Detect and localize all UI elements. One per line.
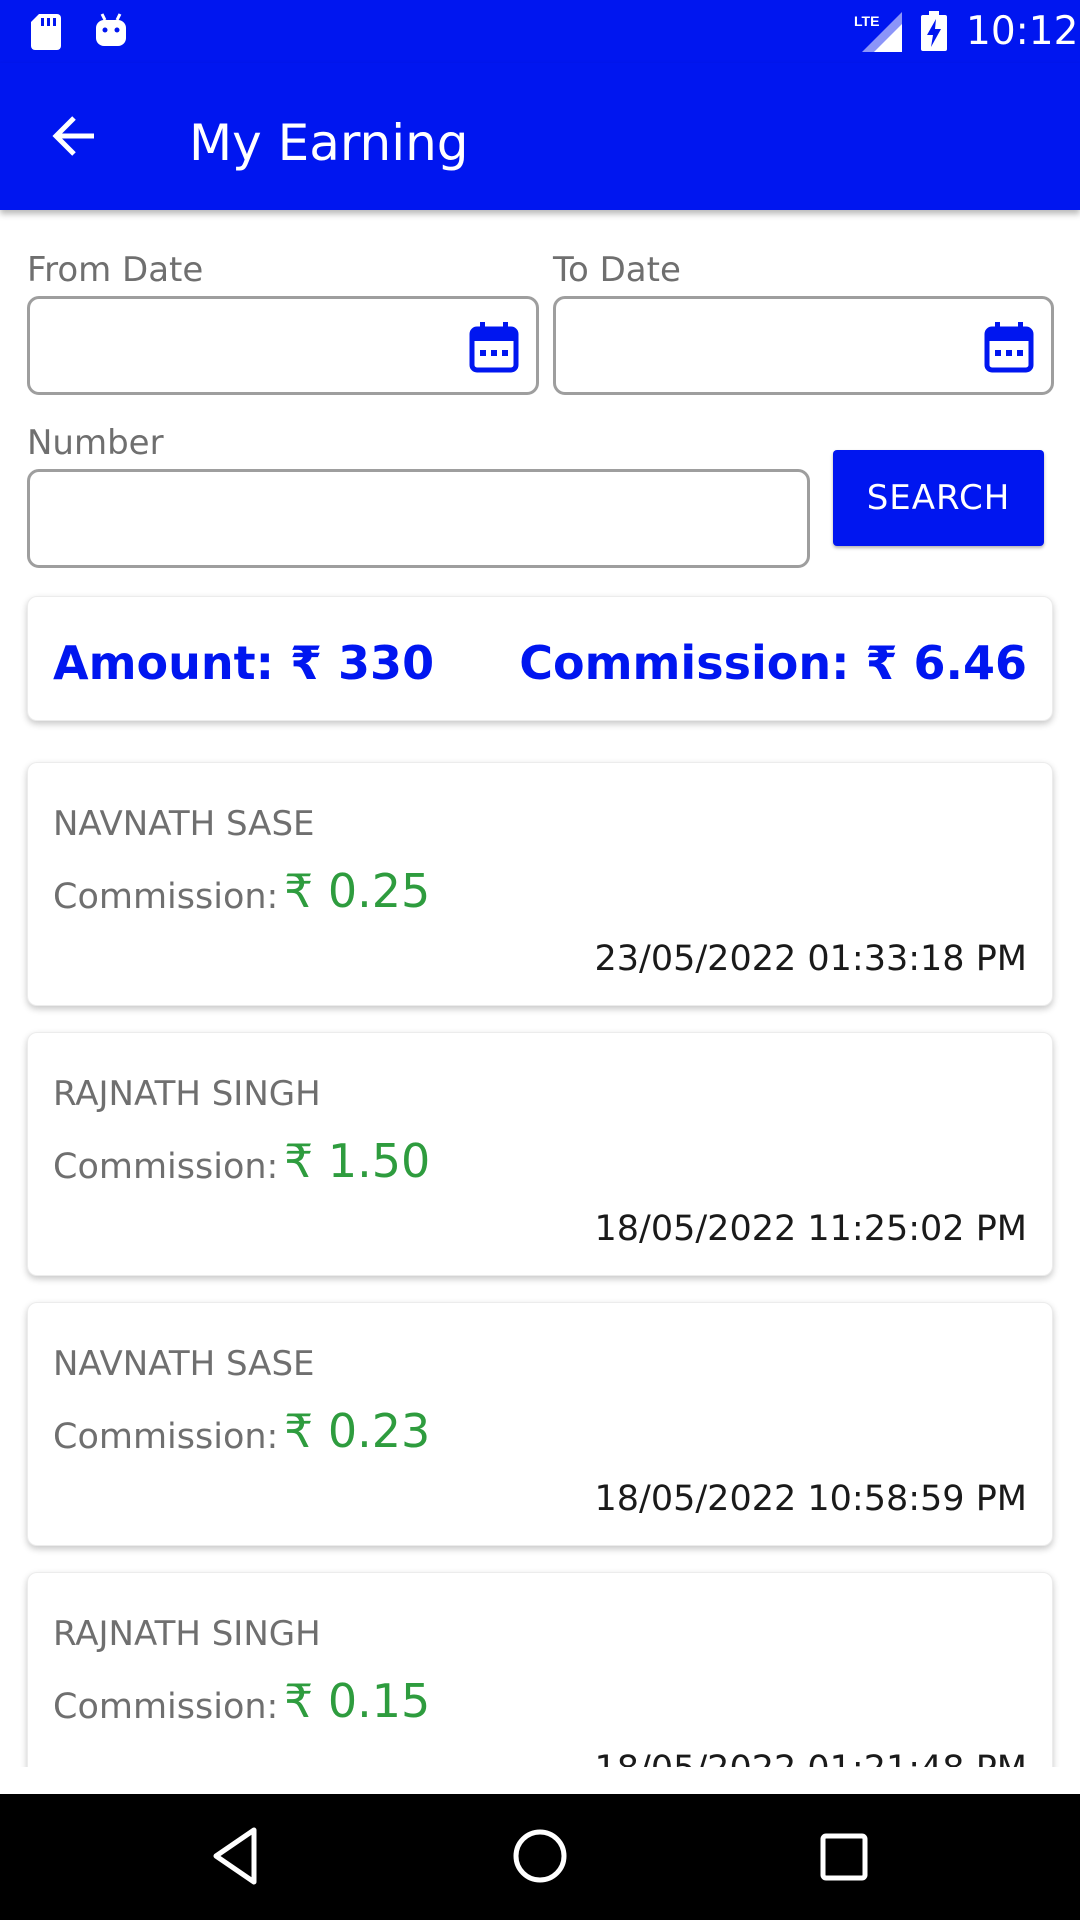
- app-bar: My Earning: [0, 63, 1080, 210]
- list-item[interactable]: RAJNATH SINGH Commission: ₹ 1.50 18/05/2…: [27, 1032, 1053, 1276]
- system-nav-bar: [0, 1794, 1080, 1920]
- commission-value: ₹ 0.15: [284, 1674, 431, 1728]
- total-commission: Commission: ₹ 6.46: [519, 636, 1027, 690]
- earnings-list[interactable]: NAVNATH SASE Commission: ₹ 0.25 23/05/20…: [0, 750, 1080, 1767]
- entry-name: RAJNATH SINGH: [53, 1614, 321, 1654]
- from-date-field[interactable]: [27, 296, 539, 395]
- page-title: My Earning: [189, 114, 469, 172]
- entry-timestamp: 18/05/2022 01:21:48 PM: [595, 1747, 1027, 1767]
- summary-card: Amount: ₹ 330 Commission: ₹ 6.46: [27, 596, 1053, 721]
- status-bar: LTE 10:12: [0, 0, 1080, 63]
- entry-name: NAVNATH SASE: [53, 1344, 315, 1384]
- list-item[interactable]: RAJNATH SINGH Commission: ₹ 0.15 18/05/2…: [27, 1572, 1053, 1767]
- number-input[interactable]: [27, 469, 810, 568]
- entry-timestamp: 18/05/2022 11:25:02 PM: [594, 1209, 1027, 1249]
- commission-label: Commission:: [53, 1417, 279, 1457]
- list-item[interactable]: NAVNATH SASE Commission: ₹ 0.23 18/05/20…: [27, 1302, 1053, 1546]
- entry-timestamp: 18/05/2022 10:58:59 PM: [594, 1479, 1027, 1519]
- entry-name: RAJNATH SINGH: [53, 1074, 321, 1114]
- entry-timestamp: 23/05/2022 01:33:18 PM: [594, 939, 1027, 979]
- number-label: Number: [27, 423, 164, 463]
- from-date-label: From Date: [27, 250, 204, 290]
- total-amount: Amount: ₹ 330: [53, 636, 435, 690]
- android-icon: [96, 13, 126, 46]
- to-date-field[interactable]: [553, 296, 1054, 395]
- commission-value: ₹ 0.23: [284, 1404, 431, 1458]
- to-date-label: To Date: [553, 250, 681, 290]
- recents-square-icon[interactable]: [819, 1824, 869, 1888]
- commission-label: Commission:: [53, 1147, 279, 1187]
- arrow-left-icon[interactable]: [48, 109, 102, 163]
- search-button[interactable]: SEARCH: [833, 450, 1044, 546]
- sd-card-icon: [31, 14, 61, 50]
- commission-value: ₹ 0.25: [284, 864, 431, 918]
- svg-text:LTE: LTE: [854, 13, 879, 29]
- commission-label: Commission:: [53, 1687, 279, 1727]
- commission-value: ₹ 1.50: [284, 1134, 431, 1188]
- calendar-icon[interactable]: [983, 320, 1035, 374]
- entry-name: NAVNATH SASE: [53, 804, 315, 844]
- back-triangle-icon[interactable]: [210, 1824, 260, 1888]
- lte-signal-icon: LTE: [854, 12, 902, 52]
- calendar-icon[interactable]: [468, 320, 520, 374]
- status-time: 10:12: [966, 9, 1079, 54]
- battery-charging-icon: [921, 11, 947, 51]
- list-item[interactable]: NAVNATH SASE Commission: ₹ 0.25 23/05/20…: [27, 762, 1053, 1006]
- commission-label: Commission:: [53, 877, 279, 917]
- home-circle-icon[interactable]: [509, 1824, 571, 1888]
